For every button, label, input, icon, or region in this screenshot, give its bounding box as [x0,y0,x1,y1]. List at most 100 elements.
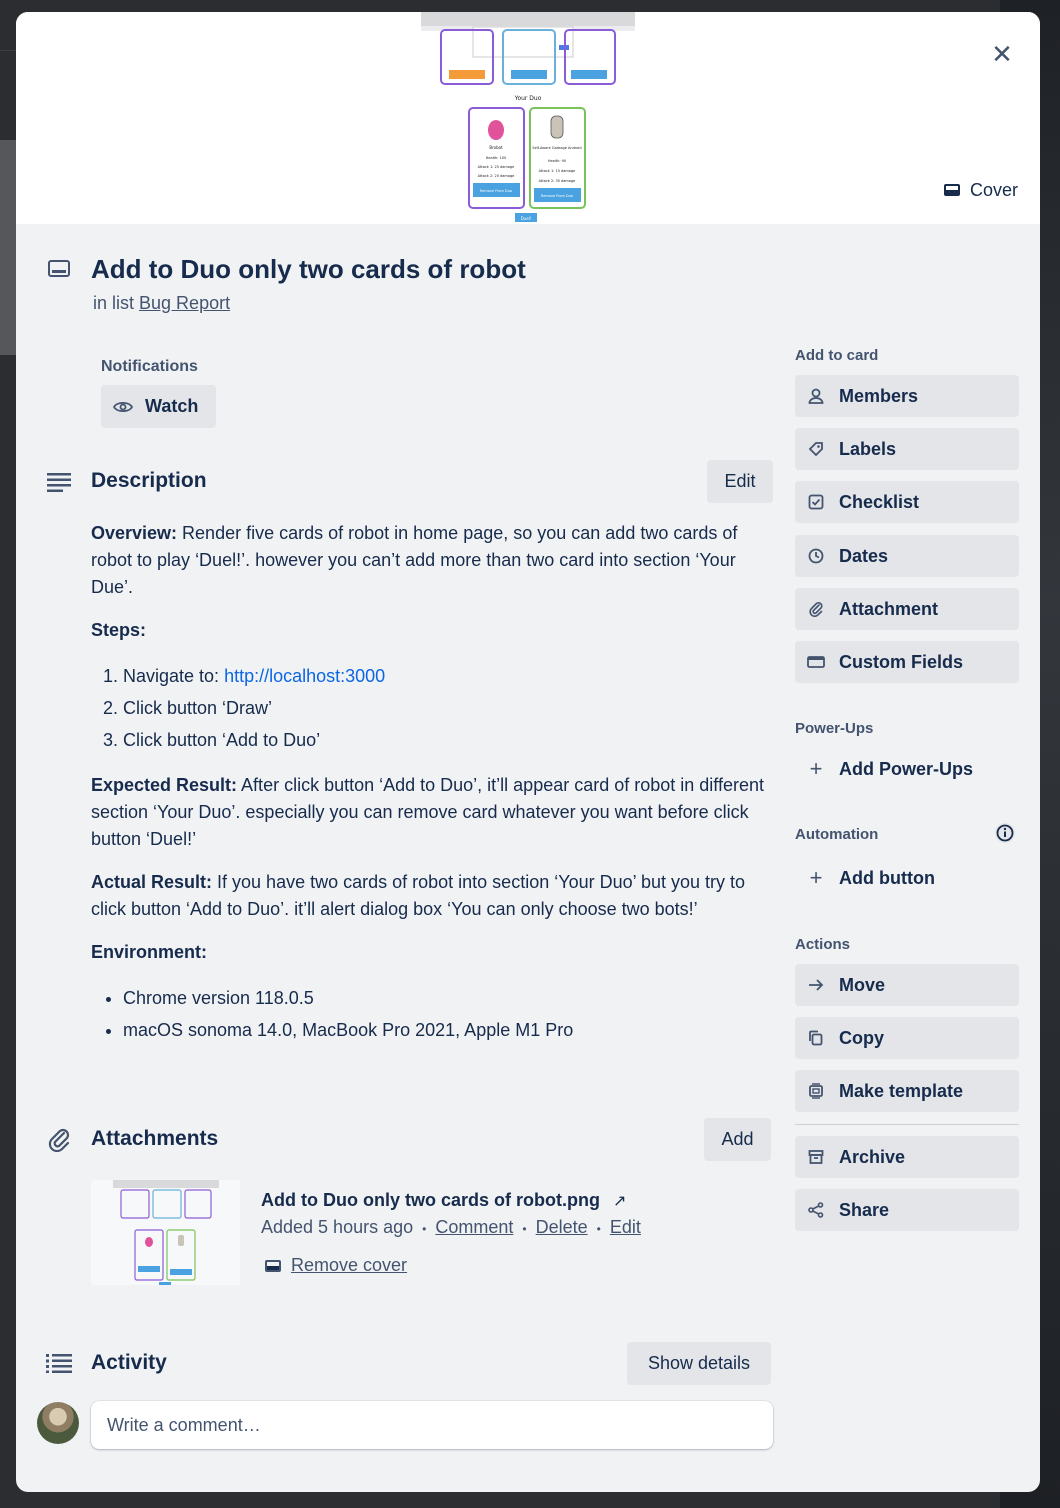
labels-button[interactable]: Labels [795,428,1019,470]
cover-bot1-attack1: Attack 1: 25 damage [478,165,515,169]
cover-bot2-health: Health: 90 [548,159,566,163]
cover-button[interactable]: Cover [943,174,1018,206]
attachment-button[interactable]: Attachment [795,588,1019,630]
attachment-edit-link[interactable]: Edit [610,1217,641,1237]
cover-bot2-remove: Remove From Duo [541,194,573,198]
description-icon [47,473,71,492]
cover-screenshot-preview: Your Duo Brobot Health: 100 Attack 1: 25… [421,12,635,222]
description-body[interactable]: Overview: Render five cards of robot in … [91,520,776,1062]
share-icon [807,1202,825,1218]
eye-icon [113,401,133,412]
cover-bot2-attack2: Attack 2: 35 damage [539,179,576,183]
dates-label: Dates [839,545,889,566]
copy-icon [807,1030,825,1046]
actual-paragraph: Actual Result: If you have two cards of … [91,869,776,923]
remove-cover-link[interactable]: Remove cover [265,1255,407,1276]
powerups-label: Power-Ups [795,720,874,737]
environment-list: Chrome version 118.0.5 macOS sonoma 14.0… [123,982,776,1046]
overview-label: Overview: [91,523,178,543]
description-heading: Description [91,469,207,492]
add-button-label: Add button [839,867,935,888]
add-button-button[interactable]: + Add button [795,857,1019,899]
add-powerups-label: Add Power-Ups [839,758,974,779]
expected-paragraph: Expected Result: After click button ‘Add… [91,772,776,853]
archive-label: Archive [839,1146,906,1167]
cover-bot2-name: Self-Aware Garbage Android [532,146,581,150]
separator: • [422,1222,427,1236]
paperclip-icon [807,601,825,617]
add-powerups-button[interactable]: + Add Power-Ups [795,748,1019,790]
move-button[interactable]: Move [795,964,1019,1006]
attachment-meta: Added 5 hours ago • Comment • Delete • E… [261,1217,641,1238]
card-cover: Your Duo Brobot Health: 100 Attack 1: 25… [16,12,1040,224]
activity-icon [46,1354,72,1373]
avatar[interactable] [37,1402,79,1444]
attachment-file-name[interactable]: Add to Duo only two cards of robot.png ↗ [261,1190,626,1211]
clock-icon [807,548,825,564]
attachment-added-time: Added 5 hours ago [261,1217,414,1237]
share-button[interactable]: Share [795,1189,1019,1231]
attachment-delete-link[interactable]: Delete [536,1217,588,1237]
steps-paragraph: Steps: [91,617,776,644]
attachments-heading: Attachments [91,1127,219,1150]
archive-icon [807,1149,825,1165]
card-cover-icon [943,184,960,196]
external-link-icon[interactable]: ↗ [613,1193,626,1210]
separator: • [596,1222,601,1236]
remove-cover-label: Remove cover [291,1255,408,1275]
members-button[interactable]: Members [795,375,1019,417]
cover-duel-button: Duel! [521,216,532,221]
overview-text: Render five cards of robot in home page,… [91,523,738,597]
card-title[interactable]: Add to Duo only two cards of robot [91,254,526,285]
custom-fields-label: Custom Fields [839,651,964,672]
copy-label: Copy [839,1027,884,1048]
cover-button-label: Cover [969,179,1018,200]
actual-label: Actual Result: [91,872,213,892]
steps-label: Steps: [91,620,147,640]
list-item: macOS sonoma 14.0, MacBook Pro 2021, App… [123,1014,776,1046]
cover-bot1-attack2: Attack 2: 20 damage [478,174,515,178]
plus-icon: + [809,865,823,890]
cover-bot1-health: Health: 100 [486,156,506,160]
close-icon[interactable]: ✕ [984,36,1020,72]
checklist-label: Checklist [839,491,920,512]
card-icon [48,260,70,277]
checklist-button[interactable]: Checklist [795,481,1019,523]
custom-fields-button[interactable]: Custom Fields [795,641,1019,683]
watch-button[interactable]: Watch [101,385,216,428]
move-label: Move [839,974,886,995]
attachment-label: Attachment [839,598,939,619]
notifications-label: Notifications [101,358,198,375]
attachment-thumbnail[interactable] [91,1180,240,1285]
localhost-link[interactable]: http://localhost:3000 [224,666,385,686]
dates-button[interactable]: Dates [795,535,1019,577]
attachments-add-button[interactable]: Add [704,1118,771,1161]
template-icon [807,1083,825,1099]
attachment-comment-link[interactable]: Comment [435,1217,513,1237]
cover-bot1-remove: Remove From Duo [480,189,512,193]
list-name-link[interactable]: Bug Report [139,293,230,313]
step1-prefix: Navigate to: [123,666,225,686]
person-icon [807,388,825,404]
list-item: Navigate to: http://localhost:3000 [123,660,776,692]
description-edit-button[interactable]: Edit [707,460,773,503]
attachment-preview-image [113,1180,219,1285]
comment-input[interactable]: Write a comment… [91,1401,773,1449]
cover-bot1-name: Brobot [489,145,503,150]
make-template-button[interactable]: Make template [795,1070,1019,1112]
cover-duo-title: Your Duo [514,95,542,102]
sidebar-divider [795,1124,1019,1125]
labels-label: Labels [839,438,897,459]
activity-heading: Activity [91,1351,167,1374]
custom-fields-icon [807,656,825,668]
in-list-prefix: in list [93,293,135,313]
archive-button[interactable]: Archive [795,1136,1019,1178]
list-item: Click button ‘Add to Duo’ [123,724,776,756]
info-icon[interactable] [994,822,1016,844]
show-details-button[interactable]: Show details [627,1342,771,1385]
checkbox-icon [807,494,825,510]
copy-button[interactable]: Copy [795,1017,1019,1059]
cover-image[interactable]: Your Duo Brobot Health: 100 Attack 1: 25… [421,12,635,224]
members-label: Members [839,385,919,406]
card-detail-modal: Your Duo Brobot Health: 100 Attack 1: 25… [16,12,1040,1492]
